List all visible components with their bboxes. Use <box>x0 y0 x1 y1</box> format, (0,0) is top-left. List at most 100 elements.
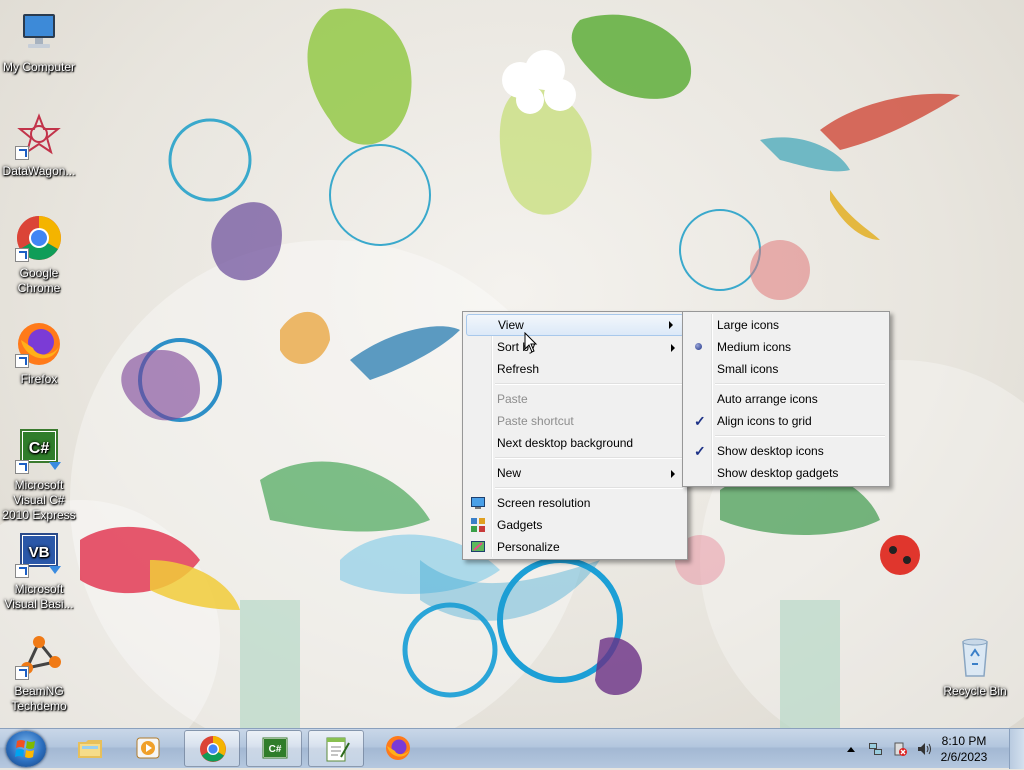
menu-separator <box>495 457 683 459</box>
menu-item-label: New <box>497 466 522 480</box>
gadgets-icon <box>470 517 486 533</box>
firefox-icon <box>386 736 410 760</box>
menu-separator <box>495 487 683 489</box>
network-icon[interactable] <box>868 741 884 757</box>
desktop-icon-label: DataWagon... <box>2 164 76 178</box>
menu-separator <box>715 383 885 385</box>
mouse-cursor-icon <box>524 332 538 353</box>
desktop-icon-label: Firefox <box>20 372 58 386</box>
checkmark-icon: ✓ <box>694 443 706 459</box>
menu-item-medium-icons[interactable]: Medium icons <box>685 336 887 358</box>
show-hidden-icons-icon[interactable] <box>846 745 856 753</box>
desktop-icon-beamng[interactable]: BeamNG Techdemo <box>1 632 77 714</box>
action-center-icon[interactable] <box>892 741 908 757</box>
taskbar-media-player[interactable] <box>120 730 176 767</box>
menu-item-label: View <box>498 318 524 332</box>
menu-item-label: Align icons to grid <box>717 414 812 428</box>
visual-basic-icon: VB <box>15 530 63 578</box>
windows-explorer-icon <box>78 740 102 758</box>
desktop-icon-visual-basic[interactable]: VB Microsoft Visual Basi... <box>1 530 77 612</box>
clock-time: 8:10 PM <box>941 734 987 748</box>
media-player-icon <box>136 737 160 759</box>
menu-item-new[interactable]: New <box>465 462 685 484</box>
submenu-arrow-icon <box>669 321 673 329</box>
shortcut-arrow-icon <box>15 354 29 368</box>
radio-selected-icon <box>695 343 702 350</box>
shortcut-arrow-icon <box>15 146 29 160</box>
menu-item-label: Auto arrange icons <box>717 392 818 406</box>
desktop-icon-label: Recycle Bin <box>943 684 1007 698</box>
desktop-icon-firefox[interactable]: Firefox <box>1 320 77 387</box>
desktop-icon-label: Microsoft Visual C# 2010 Express <box>2 478 76 522</box>
desktop-icon-datawagon[interactable]: DataWagon... <box>1 112 77 179</box>
computer-icon <box>15 8 63 56</box>
taskbar-clock[interactable]: 8:10 PM 2/6/2023 <box>934 733 994 765</box>
svg-text:VB: VB <box>29 544 50 561</box>
chrome-icon <box>200 736 226 762</box>
menu-item-next-desktop-background[interactable]: Next desktop background <box>465 432 685 454</box>
menu-item-show-desktop-icons[interactable]: ✓ Show desktop icons <box>685 440 887 462</box>
menu-item-label: Show desktop gadgets <box>717 466 839 480</box>
menu-item-show-desktop-gadgets[interactable]: Show desktop gadgets <box>685 462 887 484</box>
taskbar-notepadpp[interactable] <box>308 730 364 767</box>
firefox-icon <box>15 320 63 368</box>
desktop-icon-visual-csharp[interactable]: C# Microsoft Visual C# 2010 Express <box>1 426 77 523</box>
desktop-icon-label: BeamNG Techdemo <box>11 684 67 713</box>
desktop-icon-my-computer[interactable]: My Computer <box>1 8 77 75</box>
submenu-arrow-icon <box>671 344 675 352</box>
windows-logo-icon <box>15 740 35 758</box>
menu-item-label: Small icons <box>717 362 779 376</box>
menu-item-label: Gadgets <box>497 518 543 532</box>
menu-item-large-icons[interactable]: Large icons <box>685 314 887 336</box>
view-submenu: Large icons Medium icons Small icons Aut… <box>682 311 890 487</box>
menu-separator <box>495 383 683 385</box>
menu-item-view[interactable]: View <box>466 314 684 336</box>
clock-date: 2/6/2023 <box>940 750 988 764</box>
desktop-icon-label: Google Chrome <box>17 266 61 295</box>
visual-csharp-icon: C# <box>262 737 288 759</box>
taskbar-visual-csharp[interactable]: C# <box>246 730 302 767</box>
menu-separator <box>715 435 885 437</box>
taskbar-windows-explorer[interactable] <box>62 730 118 767</box>
volume-icon[interactable] <box>916 741 932 757</box>
chrome-icon <box>15 214 63 262</box>
menu-item-gadgets[interactable]: Gadgets <box>465 514 685 536</box>
menu-item-screen-resolution[interactable]: Screen resolution <box>465 492 685 514</box>
beamng-icon <box>15 632 63 680</box>
desktop-icon-recycle-bin[interactable]: Recycle Bin <box>937 632 1013 699</box>
checkmark-icon: ✓ <box>694 413 706 429</box>
datawagon-icon <box>15 112 63 160</box>
desktop-icon-label: My Computer <box>2 60 76 74</box>
svg-text:C#: C# <box>29 440 50 457</box>
menu-item-personalize[interactable]: Personalize <box>465 536 685 558</box>
menu-item-refresh[interactable]: Refresh <box>465 358 685 380</box>
menu-item-label: Paste shortcut <box>497 414 574 428</box>
desktop-icon-label: Microsoft Visual Basi... <box>4 582 74 611</box>
menu-item-sort-by[interactable]: Sort by <box>465 336 685 358</box>
desktop-icon-chrome[interactable]: Google Chrome <box>1 214 77 296</box>
menu-item-small-icons[interactable]: Small icons <box>685 358 887 380</box>
shortcut-arrow-icon <box>15 460 29 474</box>
taskbar-chrome[interactable] <box>184 730 240 767</box>
start-button[interactable] <box>6 731 46 767</box>
taskbar-firefox[interactable] <box>370 730 426 767</box>
monitor-icon <box>470 495 486 511</box>
show-desktop-button[interactable] <box>1009 729 1024 769</box>
taskbar: C# 8:10 PM 2/6/2023 <box>0 728 1024 769</box>
desktop-context-menu: View Sort by Refresh Paste Paste shortcu… <box>462 311 688 560</box>
shortcut-arrow-icon <box>15 564 29 578</box>
menu-item-auto-arrange-icons[interactable]: Auto arrange icons <box>685 388 887 410</box>
menu-item-paste: Paste <box>465 388 685 410</box>
menu-item-label: Paste <box>497 392 528 406</box>
menu-item-align-icons-to-grid[interactable]: ✓ Align icons to grid <box>685 410 887 432</box>
personalize-icon <box>470 539 486 555</box>
menu-item-label: Show desktop icons <box>717 444 824 458</box>
system-tray <box>840 729 940 769</box>
menu-item-label: Large icons <box>717 318 780 332</box>
menu-item-label: Next desktop background <box>497 436 634 450</box>
submenu-arrow-icon <box>671 470 675 478</box>
recycle-bin-icon <box>951 632 999 680</box>
svg-text:C#: C# <box>269 744 282 755</box>
menu-item-label: Medium icons <box>717 340 792 354</box>
menu-item-label: Screen resolution <box>497 496 591 510</box>
